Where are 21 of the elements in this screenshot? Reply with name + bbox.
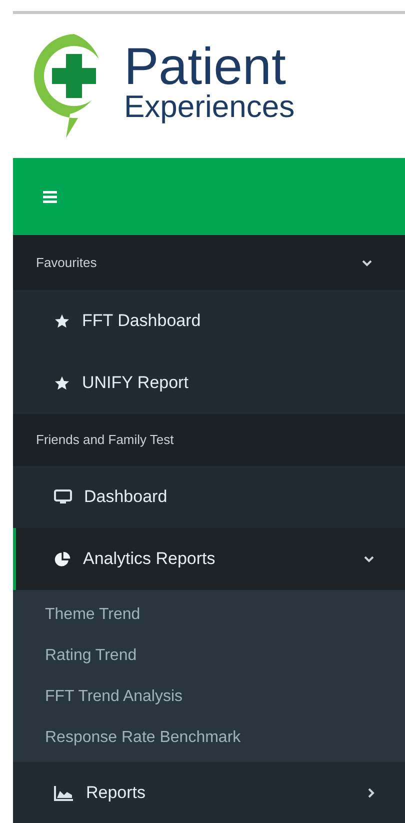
menu-item[interactable]: Dashboard (13, 466, 405, 528)
menu-item[interactable]: Reports (13, 762, 405, 823)
submenu-item[interactable]: FFT Trend Analysis (13, 676, 405, 717)
monitor-icon (54, 489, 72, 505)
menu-item-label: FFT Dashboard (82, 310, 202, 332)
menu-item-label: Reports (86, 782, 147, 804)
menu-item-label: Dashboard (84, 486, 168, 508)
pie-chart-icon (54, 550, 71, 568)
menu-item-label: UNIFY Report (82, 372, 190, 394)
area-chart-icon (54, 785, 74, 801)
menu-item[interactable]: UNIFY Report (13, 352, 405, 414)
menu-icon[interactable] (43, 190, 57, 202)
submenu-item[interactable]: Response Rate Benchmark (13, 717, 405, 758)
submenu-item[interactable]: Theme Trend (13, 594, 405, 635)
logo-subtitle: Experiences (124, 90, 295, 122)
star-icon (54, 313, 70, 329)
logo-title: Patient (124, 40, 286, 92)
star-icon (54, 375, 70, 391)
menu-item[interactable]: FFT Dashboard (13, 290, 405, 352)
submenu-item[interactable]: Rating Trend (13, 635, 405, 676)
menu-item-label: Analytics Reports (83, 548, 216, 570)
